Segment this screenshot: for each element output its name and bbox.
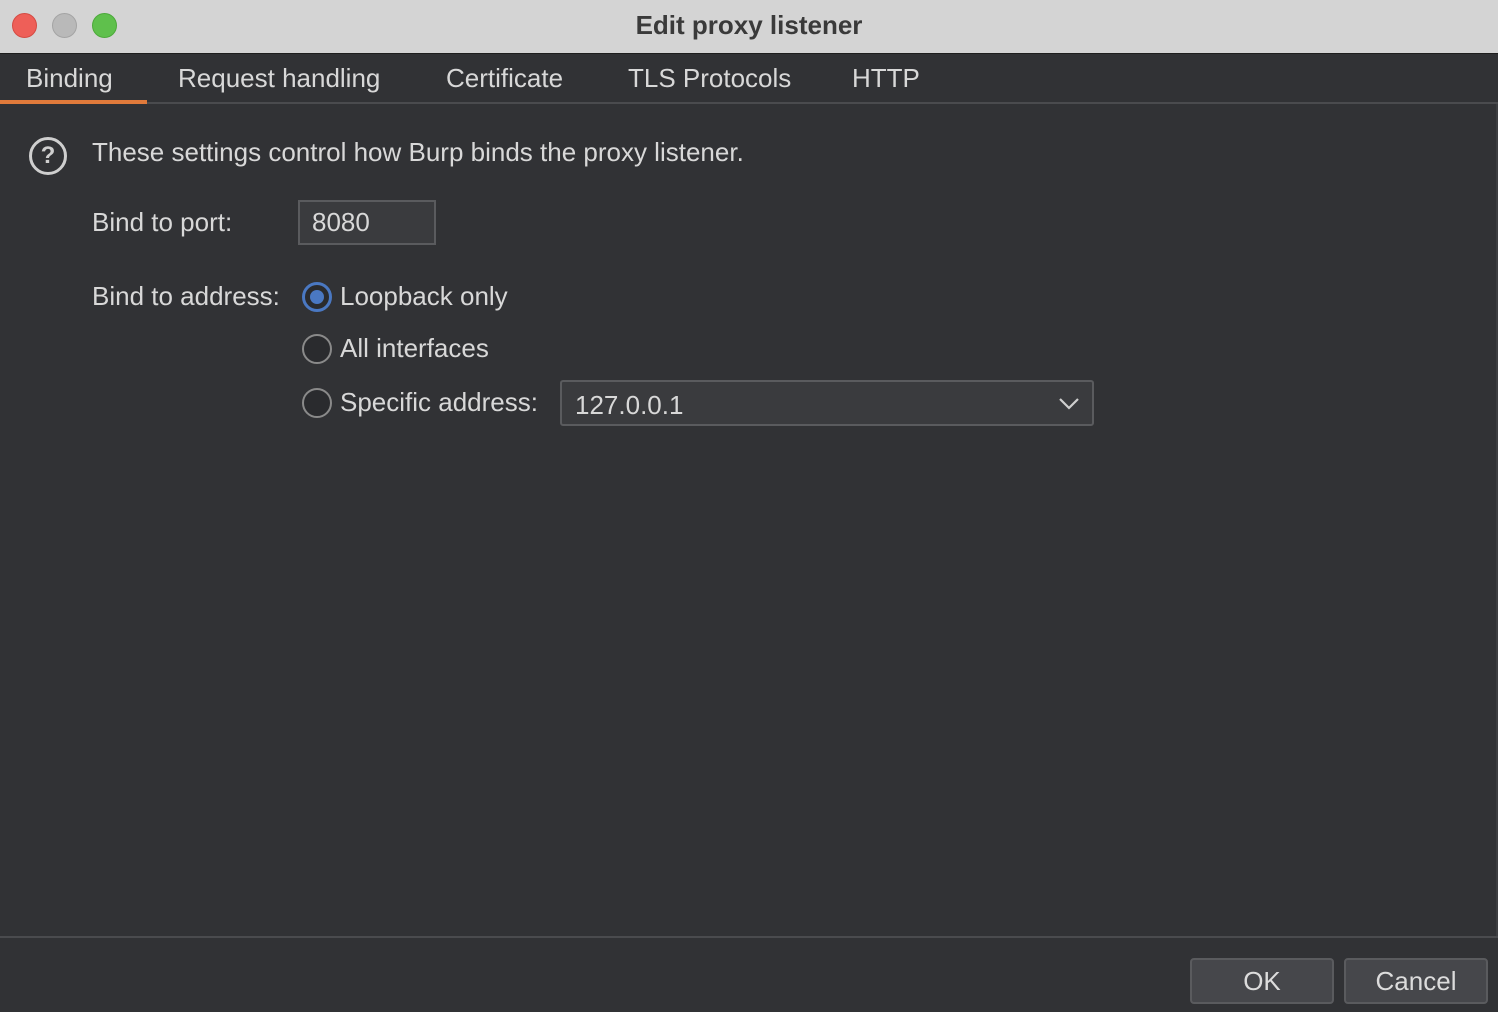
footer-divider	[0, 936, 1498, 938]
radio-all-interfaces[interactable]	[302, 334, 332, 364]
chevron-down-icon	[1059, 398, 1079, 410]
address-label: Bind to address:	[92, 281, 280, 311]
tab-http[interactable]: HTTP	[852, 54, 920, 102]
port-label: Bind to port:	[92, 207, 233, 237]
tab-request-handling[interactable]: Request handling	[178, 54, 380, 102]
specific-address-value: 127.0.0.1	[575, 390, 684, 420]
radio-loopback-only-label[interactable]: Loopback only	[340, 281, 508, 312]
tab-certificate[interactable]: Certificate	[446, 54, 563, 102]
window-title: Edit proxy listener	[635, 10, 863, 40]
tab-binding[interactable]: Binding	[0, 54, 147, 104]
ok-button[interactable]: OK	[1190, 958, 1334, 1004]
cancel-button[interactable]: Cancel	[1344, 958, 1488, 1004]
title-bar: Edit proxy listener	[0, 0, 1498, 54]
radio-all-interfaces-label[interactable]: All interfaces	[340, 333, 489, 364]
radio-loopback-only[interactable]	[302, 282, 332, 312]
port-input[interactable]	[298, 200, 436, 245]
tab-bar: Binding Request handling Certificate TLS…	[0, 54, 1498, 104]
specific-address-dropdown[interactable]: 127.0.0.1	[560, 380, 1094, 426]
radio-specific-address[interactable]	[302, 388, 332, 418]
question-circle-icon[interactable]: ?	[29, 137, 67, 175]
radio-specific-address-label[interactable]: Specific address:	[340, 387, 538, 418]
tab-tls-protocols[interactable]: TLS Protocols	[628, 54, 791, 102]
binding-description: These settings control how Burp binds th…	[92, 137, 744, 167]
